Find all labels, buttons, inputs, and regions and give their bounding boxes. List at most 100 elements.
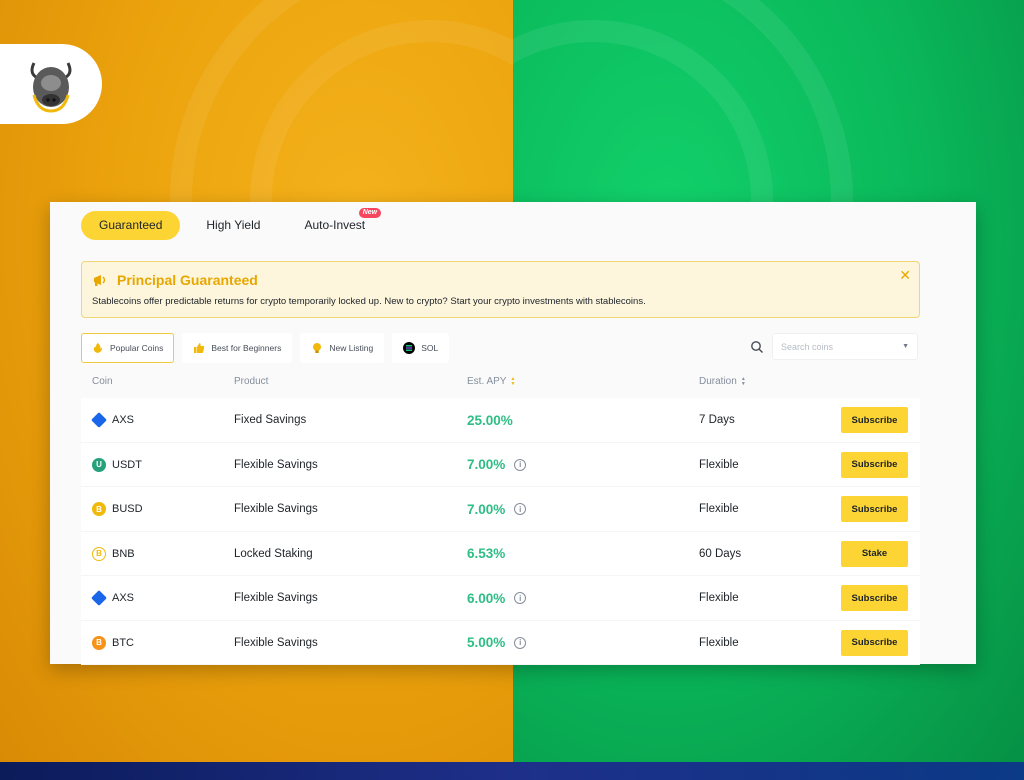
filter-sol[interactable]: SOL	[392, 333, 450, 363]
sol-icon	[403, 342, 416, 354]
duration-cell: Flexible	[699, 592, 739, 605]
coin-cell: AXS	[91, 576, 135, 621]
header-label: Product	[234, 376, 269, 387]
product-cell: Flexible Savings	[234, 503, 318, 516]
table-row: B BUSD Flexible Savings 7.00% i Flexible…	[81, 487, 920, 532]
filter-chips: Popular Coins Best for Beginners New Lis…	[81, 333, 450, 363]
apy-value: 25.00%	[467, 412, 513, 428]
table-header: Coin Product Est. APY ▲ ▼ Duration ▲ ▼	[81, 376, 920, 392]
product-cell: Flexible Savings	[234, 458, 318, 471]
header-label: Coin	[92, 376, 113, 387]
coin-symbol: BNB	[112, 547, 135, 560]
apy-cell: 5.00% i	[467, 621, 527, 666]
info-icon[interactable]: i	[514, 592, 527, 605]
subscribe-button[interactable]: Subscribe	[841, 629, 908, 656]
coin-bnb-icon: B	[92, 546, 106, 561]
table-row: U USDT Flexible Savings 7.00% i Flexible…	[81, 442, 920, 488]
sort-icon[interactable]: ▲ ▼	[741, 376, 746, 387]
subscribe-button[interactable]: Subscribe	[841, 407, 908, 434]
tab-label: Auto-Invest	[304, 218, 366, 232]
header-label: Duration	[699, 376, 737, 387]
bull-logo-icon	[30, 62, 72, 113]
product-cell: Fixed Savings	[234, 414, 307, 427]
action-cell: Subscribe	[841, 398, 908, 443]
fire-icon	[93, 343, 103, 353]
chip-label: SOL	[421, 343, 439, 353]
close-icon[interactable]: ✕	[899, 268, 911, 282]
chip-label: Best for Beginners	[211, 343, 282, 353]
brand-logo	[0, 44, 102, 124]
filter-new-listing[interactable]: New Listing	[300, 333, 385, 363]
apy-cell: 6.53%	[467, 532, 505, 577]
principal-guaranteed-notice: Principal Guaranteed Stablecoins offer p…	[81, 261, 920, 318]
chip-label: New Listing	[329, 343, 374, 353]
tab-label: High Yield	[206, 218, 261, 232]
table-row: B BNB Locked Staking 6.53% 60 Days Stake	[81, 531, 920, 577]
thumbs-up-icon	[194, 343, 205, 353]
new-badge: New	[358, 208, 382, 218]
apy-cell: 7.00% i	[467, 443, 527, 488]
search-dropdown[interactable]: ▼	[772, 333, 918, 360]
coin-search: ▼	[750, 333, 918, 360]
coin-usdt-icon: U	[92, 457, 106, 472]
header-label: Est. APY	[467, 376, 507, 387]
filter-popular-coins[interactable]: Popular Coins	[81, 333, 175, 363]
duration-cell: 60 Days	[699, 547, 742, 560]
apy-cell: 6.00% i	[467, 576, 527, 621]
apy-cell: 25.00%	[467, 398, 513, 443]
tab-auto-invest[interactable]: Auto-Invest New	[286, 208, 383, 240]
coin-symbol: USDT	[112, 458, 142, 471]
product-cell: Flexible Savings	[234, 636, 318, 649]
coin-cell: B BTC	[92, 621, 134, 666]
stake-button[interactable]: Stake	[841, 540, 908, 567]
apy-value: 6.53%	[467, 546, 506, 562]
action-cell: Subscribe	[841, 443, 908, 488]
coin-cell: U USDT	[92, 443, 142, 488]
earn-panel: Guaranteed High Yield Auto-Invest New Pr…	[50, 202, 976, 665]
coin-cell: B BUSD	[92, 487, 143, 532]
subscribe-button[interactable]: Subscribe	[841, 585, 908, 612]
apy-value: 5.00%	[467, 635, 506, 651]
products-table: AXS Fixed Savings 25.00% 7 Days Subscrib…	[81, 398, 920, 665]
megaphone-icon	[94, 275, 106, 286]
duration-cell: Flexible	[699, 503, 739, 516]
search-icon[interactable]	[750, 340, 764, 354]
coin-symbol: AXS	[112, 592, 135, 605]
coin-symbol: AXS	[112, 414, 135, 427]
sort-icon[interactable]: ▲ ▼	[510, 376, 515, 387]
coin-cell: B BNB	[92, 532, 135, 577]
table-row: B BTC Flexible Savings 5.00% i Flexible …	[81, 620, 920, 666]
apy-cell: 7.00% i	[467, 487, 527, 532]
table-row: AXS Fixed Savings 25.00% 7 Days Subscrib…	[81, 398, 920, 443]
tab-guaranteed[interactable]: Guaranteed	[81, 211, 181, 240]
info-icon[interactable]: i	[514, 636, 527, 649]
duration-cell: Flexible	[699, 458, 739, 471]
product-cell: Flexible Savings	[234, 592, 318, 605]
duration-cell: 7 Days	[699, 414, 735, 427]
filter-best-for-beginners[interactable]: Best for Beginners	[182, 333, 293, 363]
coin-busd-icon: B	[92, 502, 106, 517]
action-cell: Subscribe	[841, 487, 908, 532]
table-row: AXS Flexible Savings 6.00% i Flexible Su…	[81, 576, 920, 621]
duration-cell: Flexible	[699, 636, 739, 649]
header-product: Product	[234, 376, 268, 387]
subscribe-button[interactable]: Subscribe	[841, 451, 908, 478]
product-cell: Locked Staking	[234, 547, 313, 560]
product-tabs: Guaranteed High Yield Auto-Invest New	[81, 208, 383, 240]
header-coin: Coin	[92, 376, 113, 387]
apy-value: 7.00%	[467, 501, 506, 517]
apy-value: 7.00%	[467, 457, 506, 473]
header-apy[interactable]: Est. APY ▲ ▼	[467, 376, 515, 387]
action-cell: Stake	[841, 532, 908, 577]
chip-label: Popular Coins	[110, 343, 164, 353]
coin-cell: AXS	[91, 398, 135, 443]
header-duration[interactable]: Duration ▲ ▼	[699, 376, 746, 387]
info-icon[interactable]: i	[514, 458, 527, 471]
notice-title: Principal Guaranteed	[117, 272, 258, 288]
subscribe-button[interactable]: Subscribe	[841, 496, 908, 523]
lightbulb-icon	[313, 343, 322, 353]
caret-down-icon[interactable]: ▼	[902, 343, 909, 350]
tab-high-yield[interactable]: High Yield	[188, 211, 278, 240]
search-input[interactable]	[781, 341, 891, 352]
info-icon[interactable]: i	[514, 503, 527, 516]
